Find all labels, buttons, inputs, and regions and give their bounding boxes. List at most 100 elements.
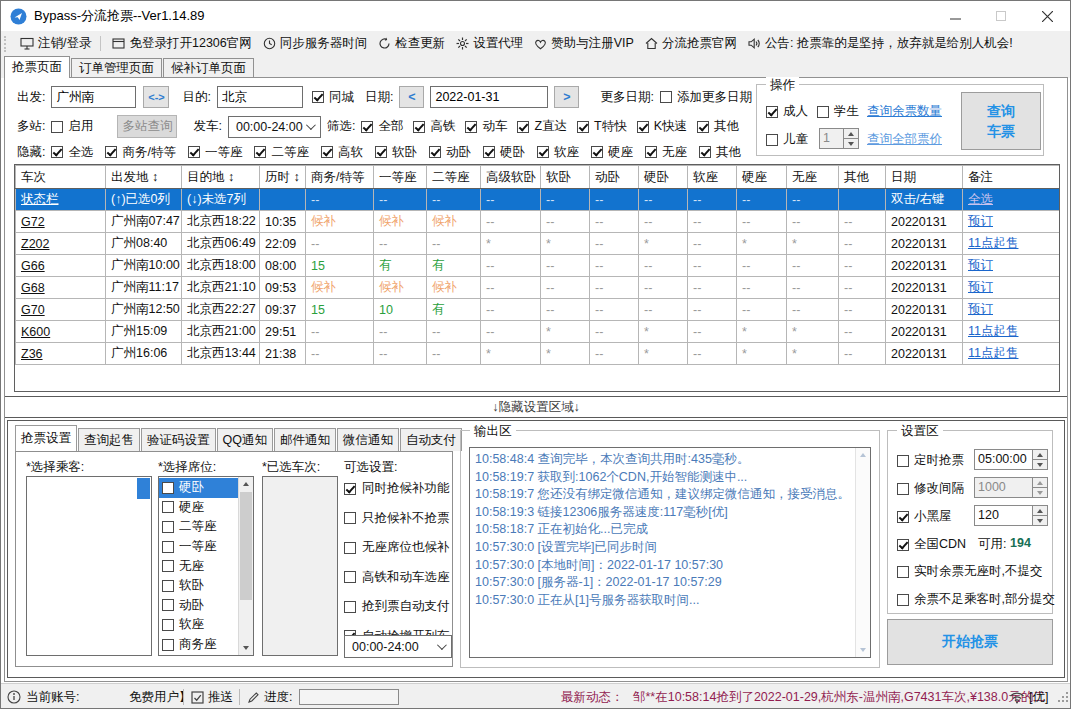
query-all-prices-link[interactable]: 查询全部票价 — [867, 131, 942, 148]
train-number[interactable]: K600 — [16, 321, 106, 343]
set-proxy-button[interactable]: 设置代理 — [456, 35, 523, 52]
book-link[interactable]: 预订 — [963, 299, 1060, 321]
train-number[interactable]: Z202 — [16, 233, 106, 255]
column-header[interactable]: 一等座 — [374, 166, 427, 189]
adult-checkbox[interactable]: 成人 — [766, 103, 808, 120]
column-header[interactable]: 高级软卧 — [481, 166, 541, 189]
book-link[interactable]: 预订 — [963, 211, 1060, 233]
column-header[interactable]: 动卧 — [590, 166, 639, 189]
blackroom-spinner[interactable]: 120 — [974, 505, 1048, 526]
hide-checkbox[interactable]: 全选 — [51, 144, 93, 161]
scroll-up-icon[interactable] — [239, 477, 253, 491]
filter-checkbox[interactable]: T特快 — [577, 118, 627, 135]
blackroom-checkbox[interactable]: 小黑屋 — [897, 508, 952, 525]
scroll-thumb[interactable] — [240, 492, 252, 600]
same-city-checkbox[interactable]: 同城 — [312, 89, 354, 106]
depart-time-select[interactable]: 00:00-24:00 — [228, 116, 321, 138]
column-header[interactable]: 目的地 ↕ — [182, 166, 260, 189]
prev-date-button[interactable]: < — [399, 86, 424, 108]
output-scrollbar[interactable] — [855, 448, 870, 657]
option-checkbox[interactable]: 抢到票自动支付 — [344, 598, 450, 615]
hide-checkbox[interactable]: 无座 — [645, 144, 687, 161]
hide-checkbox[interactable]: 一等座 — [188, 144, 243, 161]
open-12306-button[interactable]: 免登录打开12306官网 — [112, 35, 251, 52]
seat-option[interactable]: 硬卧 — [159, 478, 238, 498]
column-header[interactable]: 软座 — [688, 166, 737, 189]
partial-submit-checkbox[interactable]: 余票不足乘客时,部分提交 — [897, 591, 1055, 608]
column-header[interactable]: 商务/特等 — [306, 166, 374, 189]
train-row[interactable]: Z36 广州16:06 北京西13:44 21:38 -- -- -- * * … — [16, 343, 1060, 365]
option-checkbox[interactable]: 无座席位也候补 — [344, 539, 450, 556]
train-row[interactable]: 状态栏 (↑)已选0列 (↓)未选7列 -- -- -- -- -- -- --… — [16, 189, 1060, 211]
seat-option[interactable]: 硬座 — [159, 498, 238, 518]
seat-option[interactable]: 无座 — [159, 556, 238, 576]
option-checkbox[interactable]: 同时抢候补功能 — [344, 480, 450, 497]
child-checkbox[interactable]: 儿童 — [766, 131, 808, 148]
train-number[interactable]: G68 — [16, 277, 106, 299]
train-number[interactable]: G70 — [16, 299, 106, 321]
hide-checkbox[interactable]: 软座 — [537, 144, 579, 161]
book-link[interactable]: 全选 — [963, 189, 1060, 211]
train-row[interactable]: G66 广州南10:00 北京西18:00 08:00 15 有 有 -- --… — [16, 255, 1060, 277]
seat-option[interactable]: 软卧 — [159, 576, 238, 596]
filter-checkbox[interactable]: 其他 — [697, 118, 739, 135]
cdn-checkbox[interactable]: 全国CDN — [897, 536, 966, 553]
option-checkbox[interactable]: 只抢候补不抢票 — [344, 510, 450, 527]
scroll-down-icon[interactable] — [856, 643, 870, 657]
book-link[interactable]: 11点起售 — [963, 321, 1060, 343]
book-link[interactable]: 预订 — [963, 255, 1060, 277]
column-header[interactable]: 无座 — [787, 166, 839, 189]
grab-time-select[interactable]: 00:00-24:00 — [344, 635, 452, 658]
noseat-nosubmit-checkbox[interactable]: 实时余票无座时,不提交 — [897, 563, 1042, 580]
dest-input[interactable] — [217, 86, 303, 108]
hide-checkbox[interactable]: 软卧 — [375, 144, 417, 161]
hide-checkbox[interactable]: 动卧 — [429, 144, 471, 161]
hide-checkbox[interactable]: 商务/特等 — [105, 144, 175, 161]
train-row[interactable]: G72 广州南07:47 北京西18:22 10:35 候补 候补 候补 -- … — [16, 211, 1060, 233]
selected-trains-listbox[interactable] — [262, 476, 338, 656]
column-header[interactable]: 日期 — [886, 166, 963, 189]
column-header[interactable]: 车次 — [16, 166, 106, 189]
query-ticket-button[interactable]: 查询车票 — [961, 92, 1041, 150]
minimize-button[interactable] — [932, 1, 978, 31]
logout-login-button[interactable]: 注销/登录 — [20, 35, 91, 52]
interval-checkbox[interactable]: 修改间隔 — [897, 480, 964, 497]
filter-checkbox[interactable]: 全部 — [361, 118, 403, 135]
column-header[interactable]: 历时 ↕ — [260, 166, 306, 189]
student-checkbox[interactable]: 学生 — [817, 103, 859, 120]
hide-checkbox[interactable]: 高软 — [321, 144, 363, 161]
settings-tab[interactable]: 邮件通知 — [274, 428, 336, 451]
settings-tab[interactable]: 查询起售 — [78, 428, 140, 451]
official-site-button[interactable]: 分流抢票官网 — [645, 35, 737, 52]
swap-stations-button[interactable]: <-> — [143, 86, 169, 108]
passenger-listbox[interactable] — [26, 476, 152, 656]
multi-station-query-button[interactable]: 多站查询 — [117, 115, 177, 138]
close-button[interactable] — [1024, 1, 1070, 31]
hide-checkbox[interactable]: 硬卧 — [483, 144, 525, 161]
column-header[interactable]: 硬卧 — [639, 166, 688, 189]
timed-grab-checkbox[interactable]: 定时抢票 — [897, 452, 964, 469]
hide-checkbox[interactable]: 二等座 — [254, 144, 309, 161]
train-row[interactable]: G70 广州南12:50 北京西22:27 09:37 15 10 有 -- -… — [16, 299, 1060, 321]
timed-grab-spinner[interactable]: 05:00:00 — [974, 449, 1048, 470]
column-header[interactable]: 软卧 — [541, 166, 590, 189]
settings-tab[interactable]: 自动支付 — [400, 428, 462, 451]
depart-input[interactable] — [51, 86, 136, 108]
child-count-spinner[interactable]: 1 — [819, 128, 859, 149]
push-label[interactable]: 推送 — [208, 684, 233, 709]
seat-option[interactable]: 一等座 — [159, 537, 238, 557]
add-more-dates-checkbox[interactable]: 添加更多日期 — [660, 89, 752, 106]
train-number[interactable]: G66 — [16, 255, 106, 277]
train-row[interactable]: Z202 广州08:40 北京西06:49 22:09 -- -- -- * *… — [16, 233, 1060, 255]
maximize-button[interactable] — [978, 1, 1024, 31]
book-link[interactable]: 预订 — [963, 277, 1060, 299]
seat-option[interactable]: 软座 — [159, 615, 238, 635]
column-header[interactable]: 硬座 — [737, 166, 787, 189]
filter-checkbox[interactable]: 高铁 — [413, 118, 455, 135]
main-tab[interactable]: 候补订单页面 — [163, 58, 254, 78]
filter-checkbox[interactable]: 动车 — [465, 118, 507, 135]
date-input[interactable] — [430, 86, 548, 108]
scroll-up-icon[interactable] — [856, 448, 870, 462]
scroll-down-icon[interactable] — [239, 641, 253, 655]
check-update-button[interactable]: 检查更新 — [378, 35, 445, 52]
